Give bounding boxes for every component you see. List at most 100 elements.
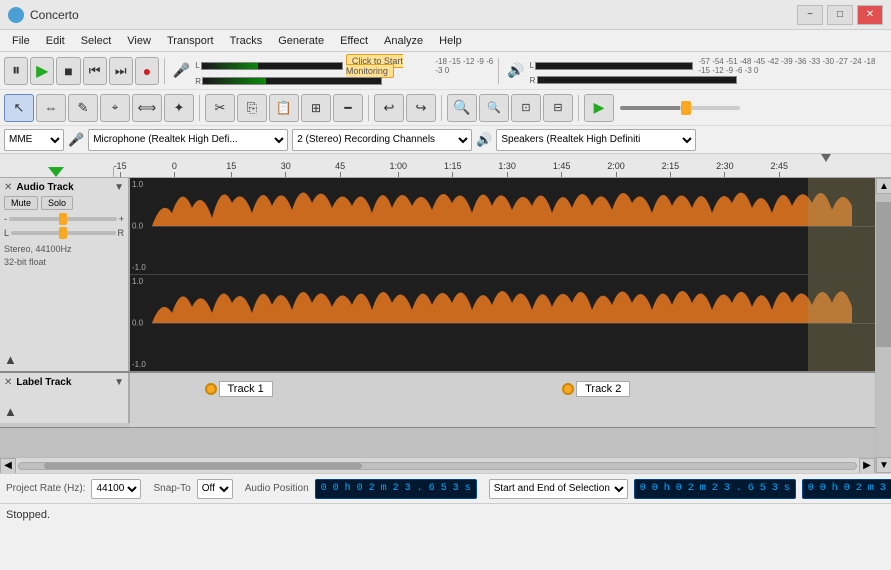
label-track-content[interactable]: Track 1 Track 2 (130, 373, 875, 427)
selection-end-display[interactable]: 0 0 h 0 2 m 3 6 . 7 7 6 s (802, 479, 891, 499)
toolbar-sep-6 (578, 95, 579, 121)
menu-analyze[interactable]: Analyze (376, 33, 431, 49)
playback-device-select[interactable]: Speakers (Realtek High Definiti (496, 129, 696, 151)
maximize-button[interactable]: □ (827, 5, 853, 25)
silence-button[interactable]: ━ (333, 94, 363, 122)
playback-speed-slider[interactable] (620, 106, 740, 110)
vscroll-thumb[interactable] (876, 202, 891, 347)
undo-button[interactable]: ↩ (374, 94, 404, 122)
hscroll-track[interactable] (18, 462, 857, 470)
playhead-icon[interactable] (821, 154, 831, 162)
db-bot-label-bot: -1.0 (132, 360, 146, 369)
record-button[interactable]: ● (135, 57, 159, 85)
play-button[interactable]: ▶ (30, 57, 54, 85)
selection-tool-button[interactable]: ↖ (4, 94, 34, 122)
selection-start-display[interactable]: 0 0 h 0 2 m 2 3 . 6 5 3 s (634, 479, 796, 499)
fit-selection-button[interactable]: ⊟ (543, 94, 573, 122)
ruler-tick: 30 (281, 161, 291, 177)
db-top-label-bot: 1.0 (132, 277, 143, 286)
label-expand-icon[interactable]: ▲ (4, 404, 17, 419)
cut-button[interactable]: ✂ (205, 94, 235, 122)
zoom-out-button[interactable]: 🔍 (479, 94, 509, 122)
pause-button[interactable]: ⏸ (4, 57, 28, 85)
multi-tool-button[interactable]: ✦ (164, 94, 194, 122)
audio-position-display[interactable]: 0 0 h 0 2 m 2 3 . 6 5 3 s (315, 479, 477, 499)
start-marker[interactable] (48, 167, 64, 177)
channel-bottom: 1.0 0.0 -1.0 (130, 275, 875, 372)
time-ruler: -1501530451:001:151:301:452:002:152:302:… (0, 154, 891, 178)
selection-mode-select[interactable]: Start and End of Selection Length of Sel… (489, 479, 628, 499)
audio-track-menu-button[interactable]: ▼ (114, 182, 124, 193)
gain-slider[interactable] (9, 217, 117, 221)
label-pin-track1[interactable] (205, 383, 217, 395)
audio-waveform-area[interactable]: 1.0 0.0 -1.0 1.0 0.0 -1.0 (130, 178, 875, 371)
recording-channels-select[interactable]: 2 (Stereo) Recording Channels 1 (Mono) R… (292, 129, 472, 151)
paste-button[interactable]: 📋 (269, 94, 299, 122)
menu-view[interactable]: View (119, 33, 159, 49)
time-shift-button[interactable]: ⟺ (132, 94, 162, 122)
audio-track-close-button[interactable]: ✕ (4, 182, 12, 193)
label-pin-track2[interactable] (562, 383, 574, 395)
trim-button[interactable]: ⊞ (301, 94, 331, 122)
scroll-down-button[interactable]: ▼ (876, 457, 891, 473)
pan-L-label: L (4, 228, 9, 238)
output-level-bar-R (537, 76, 737, 84)
monitor-button[interactable]: Click to Start Monitoring (346, 56, 431, 76)
toolbar-sep-4 (368, 95, 369, 121)
output-scale: -57 -54 -51 -48 -45 -42 -39 -36 -33 -30 … (698, 57, 887, 75)
scroll-left-button[interactable]: ◀ (0, 458, 16, 474)
expand-icon[interactable]: ▲ (4, 352, 17, 367)
gain-row: - + (4, 214, 124, 224)
menu-help[interactable]: Help (431, 33, 470, 49)
label-track-expand[interactable]: ▲ (4, 404, 124, 419)
speed-knob[interactable] (681, 101, 691, 115)
project-rate-select[interactable]: 44100 48000 22050 (91, 479, 141, 499)
track-expand-button[interactable]: ▲ (4, 352, 17, 367)
copy-button[interactable]: ⎘ (237, 94, 267, 122)
output-L-label: L (530, 61, 535, 70)
draw-tool-button[interactable]: ✎ (68, 94, 98, 122)
skip-forward-button[interactable]: ⏭ (109, 57, 133, 85)
input-level-meter: L Click to Start Monitoring -18 -15 -12 … (195, 56, 493, 86)
menu-tracks[interactable]: Tracks (222, 33, 271, 49)
toolbar-separator-2 (498, 58, 499, 84)
zoom-tool-button[interactable]: ⌖ (100, 94, 130, 122)
label-track-close-button[interactable]: ✕ (4, 377, 12, 388)
mute-button[interactable]: Mute (4, 196, 38, 210)
ruler-tick: 2:30 (716, 161, 734, 177)
menu-edit[interactable]: Edit (38, 33, 73, 49)
gain-knob[interactable] (59, 213, 67, 225)
ruler-ticks: -1501530451:001:151:301:452:002:152:302:… (114, 154, 891, 177)
snap-to-select[interactable]: Off On (197, 479, 233, 499)
solo-button[interactable]: Solo (41, 196, 73, 210)
pan-slider[interactable] (11, 231, 115, 235)
zoom-in-button[interactable]: 🔍 (447, 94, 477, 122)
menu-generate[interactable]: Generate (270, 33, 332, 49)
menu-transport[interactable]: Transport (159, 33, 222, 49)
envelope-tool-button[interactable]: ⇔ (36, 94, 66, 122)
redo-button[interactable]: ↪ (406, 94, 436, 122)
edit-toolbar: ↖ ⇔ ✎ ⌖ ⟺ ✦ ✂ ⎘ 📋 ⊞ ━ ↩ ↪ 🔍 🔍 ⊡ ⊟ ▶ (0, 90, 891, 126)
audio-track-header: ✕ Audio Track ▼ Mute Solo - + L (0, 178, 130, 371)
fit-project-button[interactable]: ⊡ (511, 94, 541, 122)
click-to-monitor-btn[interactable]: Click to Start Monitoring (346, 54, 403, 78)
play-at-speed-button[interactable]: ▶ (584, 94, 614, 122)
microphone-select[interactable]: Microphone (Realtek High Defi... (88, 129, 288, 151)
stop-button[interactable]: ■ (56, 57, 80, 85)
waveform-svg-bottom (152, 275, 875, 372)
audio-api-select[interactable]: MME WDM ASIO (4, 129, 64, 151)
close-button[interactable]: ✕ (857, 5, 883, 25)
minimize-button[interactable]: − (797, 5, 823, 25)
menu-effect[interactable]: Effect (332, 33, 376, 49)
skip-back-button[interactable]: ⏮ (83, 57, 107, 85)
label-text-track1: Track 1 (219, 381, 273, 397)
scroll-right-button[interactable]: ▶ (859, 458, 875, 474)
scroll-up-button[interactable]: ▲ (876, 178, 891, 194)
pan-knob[interactable] (59, 227, 67, 239)
menu-file[interactable]: File (4, 33, 38, 49)
label-track-menu-button[interactable]: ▼ (114, 377, 124, 388)
ruler-tick: 1:15 (444, 161, 462, 177)
hscroll-thumb[interactable] (44, 463, 362, 469)
menu-select[interactable]: Select (73, 33, 120, 49)
vscroll-track[interactable] (876, 194, 891, 457)
